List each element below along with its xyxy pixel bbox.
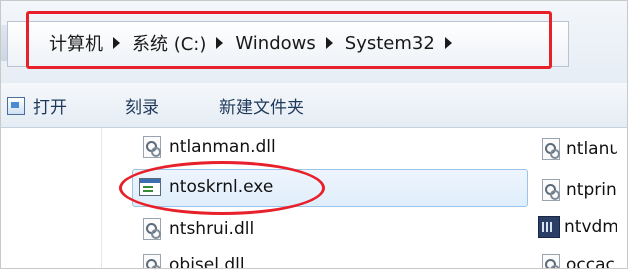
open-button[interactable]: 打开 — [7, 93, 67, 118]
explorer-window: 计算机 系统 (C:) Windows System32 打开 刻录 新建文件夹… — [0, 0, 628, 269]
file-name: objsel.dll — [169, 255, 245, 269]
file-item-ntprin[interactable]: ntprin — [542, 179, 617, 201]
address-bar-area: 计算机 系统 (C:) Windows System32 — [1, 1, 627, 83]
file-name: ntprin — [566, 180, 617, 200]
application-icon — [538, 216, 560, 238]
open-label: 打开 — [33, 98, 67, 118]
new-folder-button[interactable]: 新建文件夹 — [219, 93, 304, 118]
dll-file-icon — [143, 136, 161, 158]
file-name: ntlanu — [566, 139, 621, 159]
dll-file-icon — [542, 179, 560, 201]
right-edge — [617, 128, 627, 268]
file-list-pane: ntlanman.dll ntoskrnl.exe ntshrui.dll ob… — [1, 128, 627, 268]
dll-file-icon — [542, 138, 560, 160]
file-name: ntvdm — [564, 217, 619, 237]
file-name: ntlanman.dll — [169, 137, 276, 157]
file-item-ntvdm[interactable]: ntvdm — [538, 216, 619, 238]
dll-file-icon — [143, 254, 161, 268]
dll-file-icon — [143, 218, 161, 240]
file-name: ntshrui.dll — [169, 219, 255, 239]
new-folder-label: 新建文件夹 — [219, 98, 304, 118]
file-highlight-circle — [119, 161, 325, 215]
navigation-pane[interactable] — [1, 128, 102, 268]
dll-file-icon — [542, 254, 560, 268]
burn-button[interactable]: 刻录 — [125, 93, 159, 118]
file-item-ntshrui[interactable]: ntshrui.dll — [143, 218, 254, 240]
file-item-ntlanman[interactable]: ntlanman.dll — [143, 136, 276, 158]
address-highlight-box — [26, 11, 552, 69]
file-item-objsel[interactable]: objsel.dll — [143, 254, 245, 269]
file-name: occac — [566, 255, 615, 269]
open-icon — [7, 96, 25, 115]
burn-label: 刻录 — [125, 98, 159, 118]
file-item-occac[interactable]: occac — [542, 254, 615, 269]
file-item-ntlanu[interactable]: ntlanu — [542, 138, 620, 160]
command-toolbar: 打开 刻录 新建文件夹 — [1, 83, 627, 128]
